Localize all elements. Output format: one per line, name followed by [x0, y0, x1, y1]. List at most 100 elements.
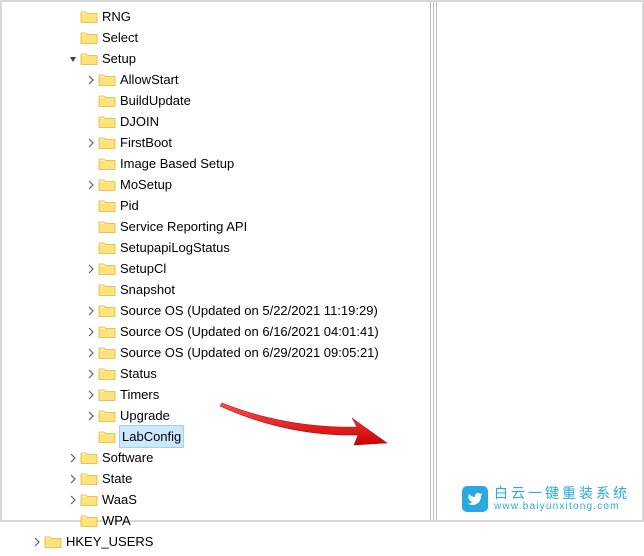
folder-icon: [80, 9, 98, 24]
folder-icon: [44, 534, 62, 549]
tree-item-label: MoSetup: [120, 174, 172, 195]
tree-item[interactable]: AllowStart: [8, 69, 642, 90]
watermark-url: www.baiyunxitong.com: [494, 501, 630, 512]
tree-item[interactable]: HKEY_USERS: [8, 531, 642, 552]
folder-icon: [98, 177, 116, 192]
folder-icon: [98, 282, 116, 297]
arrow-spacer: [84, 283, 98, 297]
watermark: 白云一键重装系统 www.baiyunxitong.com: [462, 486, 630, 512]
tree-item-label: State: [102, 468, 132, 489]
folder-icon: [98, 156, 116, 171]
tree-item-label: FirstBoot: [120, 132, 172, 153]
tree-item-label: Pid: [120, 195, 139, 216]
tree-item[interactable]: Pid: [8, 195, 642, 216]
folder-icon: [98, 345, 116, 360]
tree-item-label: BuildUpdate: [120, 90, 191, 111]
chevron-right-icon[interactable]: [84, 388, 98, 402]
folder-icon: [98, 219, 116, 234]
arrow-spacer: [84, 94, 98, 108]
arrow-spacer: [84, 199, 98, 213]
tree-item-label: HKEY_USERS: [66, 531, 153, 552]
tree-item-label: WaaS: [102, 489, 137, 510]
tree-item-label: Timers: [120, 384, 159, 405]
tree-item[interactable]: DJOIN: [8, 111, 642, 132]
tree-item[interactable]: Timers: [8, 384, 642, 405]
chevron-right-icon[interactable]: [84, 136, 98, 150]
chevron-right-icon[interactable]: [84, 409, 98, 423]
folder-icon: [80, 492, 98, 507]
chevron-right-icon[interactable]: [66, 451, 80, 465]
chevron-right-icon[interactable]: [84, 262, 98, 276]
folder-icon: [98, 93, 116, 108]
folder-icon: [98, 429, 116, 444]
tree-item[interactable]: Service Reporting API: [8, 216, 642, 237]
tree-item-label: WPA: [102, 510, 131, 531]
folder-icon: [98, 303, 116, 318]
bird-icon: [462, 486, 488, 512]
folder-icon: [98, 72, 116, 87]
folder-icon: [80, 513, 98, 528]
chevron-right-icon[interactable]: [66, 472, 80, 486]
arrow-spacer: [84, 241, 98, 255]
registry-tree[interactable]: RNGSelectSetupAllowStartBuildUpdateDJOIN…: [2, 2, 642, 556]
tree-item[interactable]: BuildUpdate: [8, 90, 642, 111]
folder-icon: [80, 471, 98, 486]
tree-item[interactable]: Status: [8, 363, 642, 384]
splitter[interactable]: [430, 2, 438, 520]
tree-item[interactable]: Setup: [8, 48, 642, 69]
tree-item[interactable]: SetupapiLogStatus: [8, 237, 642, 258]
tree-item-label: Software: [102, 447, 153, 468]
tree-item-label: Image Based Setup: [120, 153, 234, 174]
tree-item[interactable]: Source OS (Updated on 6/29/2021 09:05:21…: [8, 342, 642, 363]
tree-item-label: Upgrade: [120, 405, 170, 426]
chevron-right-icon[interactable]: [84, 325, 98, 339]
folder-icon: [98, 261, 116, 276]
tree-item-label: Setup: [102, 48, 136, 69]
tree-item[interactable]: RNG: [8, 6, 642, 27]
tree-item-label: Source OS (Updated on 6/29/2021 09:05:21…: [120, 342, 379, 363]
chevron-right-icon[interactable]: [84, 346, 98, 360]
tree-item[interactable]: Image Based Setup: [8, 153, 642, 174]
chevron-down-icon[interactable]: [66, 52, 80, 66]
tree-item-label: Select: [102, 27, 138, 48]
chevron-right-icon[interactable]: [66, 493, 80, 507]
tree-item[interactable]: FirstBoot: [8, 132, 642, 153]
folder-icon: [98, 240, 116, 255]
chevron-right-icon[interactable]: [84, 178, 98, 192]
chevron-right-icon[interactable]: [84, 367, 98, 381]
tree-item[interactable]: Snapshot: [8, 279, 642, 300]
tree-item-label: Status: [120, 363, 157, 384]
arrow-spacer: [66, 10, 80, 24]
arrow-spacer: [84, 220, 98, 234]
folder-icon: [98, 387, 116, 402]
folder-icon: [98, 135, 116, 150]
tree-item[interactable]: Software: [8, 447, 642, 468]
folder-icon: [98, 408, 116, 423]
tree-item[interactable]: WPA: [8, 510, 642, 531]
tree-item-label: LabConfig: [120, 426, 183, 447]
tree-item[interactable]: Source OS (Updated on 6/16/2021 04:01:41…: [8, 321, 642, 342]
folder-icon: [98, 198, 116, 213]
tree-item-label: DJOIN: [120, 111, 159, 132]
arrow-spacer: [84, 157, 98, 171]
folder-icon: [98, 366, 116, 381]
chevron-right-icon[interactable]: [84, 304, 98, 318]
tree-item-label: Service Reporting API: [120, 216, 247, 237]
chevron-right-icon[interactable]: [84, 73, 98, 87]
tree-item[interactable]: MoSetup: [8, 174, 642, 195]
tree-item[interactable]: LabConfig: [8, 426, 642, 447]
folder-icon: [80, 450, 98, 465]
tree-item[interactable]: Select: [8, 27, 642, 48]
tree-item-label: Snapshot: [120, 279, 175, 300]
folder-icon: [80, 51, 98, 66]
tree-item[interactable]: Source OS (Updated on 5/22/2021 11:19:29…: [8, 300, 642, 321]
arrow-spacer: [66, 514, 80, 528]
tree-item[interactable]: SetupCl: [8, 258, 642, 279]
tree-item-label: Source OS (Updated on 6/16/2021 04:01:41…: [120, 321, 379, 342]
chevron-right-icon[interactable]: [30, 535, 44, 549]
tree-item[interactable]: Upgrade: [8, 405, 642, 426]
arrow-spacer: [84, 430, 98, 444]
folder-icon: [98, 114, 116, 129]
tree-item-label: SetupapiLogStatus: [120, 237, 230, 258]
tree-item-label: Source OS (Updated on 5/22/2021 11:19:29…: [120, 300, 378, 321]
